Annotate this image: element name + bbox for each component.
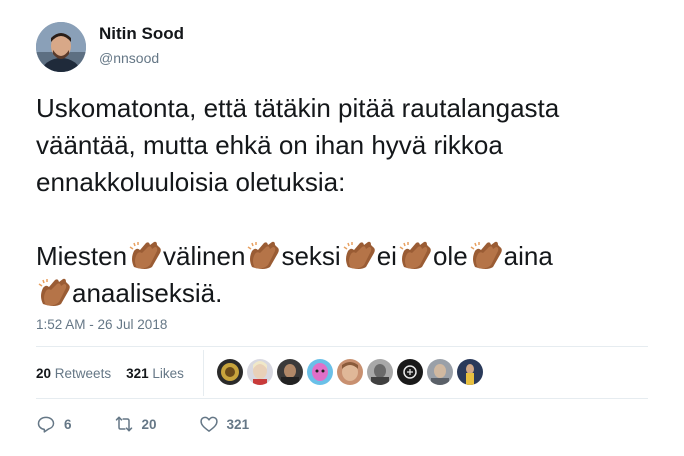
- profile-photo-icon: [277, 359, 303, 385]
- liker-avatar[interactable]: [457, 359, 483, 385]
- retweets-stat[interactable]: 20 Retweets: [36, 366, 111, 381]
- profile-photo-icon: [307, 359, 333, 385]
- liker-avatar[interactable]: [277, 359, 303, 385]
- clapping-hands-icon: [38, 278, 70, 306]
- reply-count: 6: [64, 416, 72, 432]
- retweets-count: 20: [36, 366, 52, 381]
- tweet-word: aina: [503, 241, 553, 271]
- retweet-count: 20: [141, 416, 157, 432]
- clapping-hands-icon: [129, 241, 161, 269]
- liker-avatar[interactable]: [367, 359, 393, 385]
- author-handle[interactable]: @nnsood: [99, 50, 159, 66]
- tweet-word: ei: [376, 241, 397, 271]
- divider: [36, 346, 648, 347]
- profile-photo-icon: [337, 359, 363, 385]
- reply-button[interactable]: 6: [36, 414, 72, 434]
- like-count: 321: [226, 416, 250, 432]
- liker-avatar[interactable]: [217, 359, 243, 385]
- profile-photo-icon: [427, 359, 453, 385]
- profile-photo-icon: [36, 22, 86, 72]
- clapping-hands-icon: [399, 241, 431, 269]
- tweet-word: välinen: [163, 241, 246, 271]
- profile-photo-icon: [397, 359, 423, 385]
- retweet-icon: [115, 416, 132, 432]
- tweet-word: anaaliseksiä.: [72, 278, 223, 308]
- tweet-timestamp[interactable]: 1:52 AM - 26 Jul 2018: [36, 317, 167, 332]
- liker-avatar[interactable]: [247, 359, 273, 385]
- profile-photo-icon: [367, 359, 393, 385]
- likes-label: Likes: [152, 366, 184, 381]
- profile-photo-icon: [457, 359, 483, 385]
- tweet-paragraph-2: Miesten välinen seksi ei ole aina anaaliseksiä…: [36, 238, 656, 312]
- clapping-hands-icon: [470, 241, 502, 269]
- liker-avatar[interactable]: [337, 359, 363, 385]
- liker-avatar[interactable]: [427, 359, 453, 385]
- liker-avatar[interactable]: [307, 359, 333, 385]
- profile-photo-icon: [217, 359, 243, 385]
- tweet-actions: 6 20 321: [36, 414, 291, 434]
- tweet-stats: 20 Retweets 321 Likes: [36, 366, 184, 381]
- clapping-hands-icon: [343, 241, 375, 269]
- liker-avatar[interactable]: [397, 359, 423, 385]
- stats-divider: [203, 350, 204, 396]
- reply-icon: [37, 416, 55, 433]
- divider: [36, 398, 648, 399]
- likers-list: [217, 359, 483, 385]
- author-name[interactable]: Nitin Sood: [99, 24, 184, 44]
- profile-photo-icon: [247, 359, 273, 385]
- tweet-text: Uskomatonta, että tätäkin pitää rautalan…: [36, 90, 656, 312]
- tweet-word: Miesten: [36, 241, 128, 271]
- likes-count: 321: [126, 366, 149, 381]
- like-button[interactable]: 321: [199, 414, 250, 434]
- clapping-hands-icon: [248, 241, 280, 269]
- heart-icon: [199, 416, 218, 432]
- tweet-word: seksi: [281, 241, 341, 271]
- tweet-word: ole: [432, 241, 468, 271]
- avatar[interactable]: [36, 22, 86, 72]
- retweets-label: Retweets: [54, 366, 112, 381]
- tweet-paragraph-1: Uskomatonta, että tätäkin pitää rautalan…: [36, 93, 560, 197]
- retweet-button[interactable]: 20: [114, 414, 157, 434]
- likes-stat[interactable]: 321 Likes: [126, 366, 184, 381]
